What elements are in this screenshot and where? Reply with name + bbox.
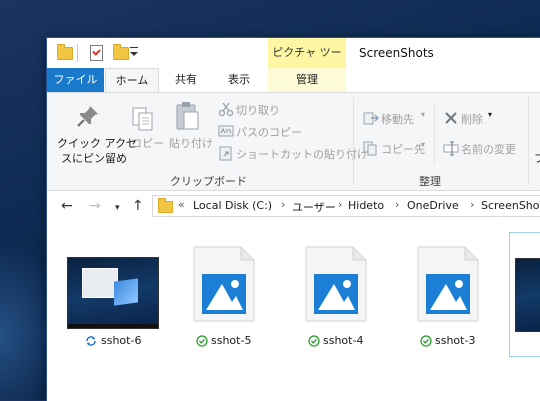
customize-dropdown-icon[interactable]	[130, 47, 138, 58]
screenshot-thumbnail	[67, 257, 159, 329]
breadcrumb-separator[interactable]: ›	[470, 198, 474, 211]
file-item[interactable]: sshot-5	[175, 223, 287, 353]
tab-share[interactable]: 共有	[165, 68, 207, 92]
breadcrumb-local-disk[interactable]: Local Disk (C:)	[193, 199, 272, 212]
forward-arrow-icon[interactable]: →	[89, 198, 101, 214]
tab-view[interactable]: 表示	[217, 68, 261, 92]
clipboard-group-label: クリップボード	[170, 175, 247, 188]
organize-group-label: 整理	[419, 175, 441, 188]
breadcrumb-onedrive[interactable]: OneDrive	[407, 199, 459, 212]
breadcrumb-hideto[interactable]: Hideto	[348, 199, 384, 212]
address-bar[interactable]: « Local Disk (C:) › ユーザー › Hideto › OneD…	[152, 195, 540, 217]
breadcrumb-separator[interactable]: ›	[281, 198, 285, 211]
cut-icon[interactable]	[218, 101, 234, 117]
move-to-button[interactable]: 移動先	[381, 111, 414, 127]
tab-home[interactable]: ホーム	[105, 68, 159, 92]
paste-icon[interactable]	[175, 101, 201, 131]
file-item[interactable]: sshot-3	[399, 223, 511, 353]
pin-to-quick-access-label-2[interactable]: スにピン留め	[61, 150, 127, 166]
window-title: ScreenShots	[359, 46, 434, 60]
group-separator	[434, 103, 435, 165]
breadcrumb-overflow[interactable]: «	[178, 198, 185, 211]
file-list: sshot-6 sshot-5 sshot-4 sshot-3	[47, 223, 540, 401]
paste-shortcut-button[interactable]: ショートカットの貼り付け	[236, 146, 368, 162]
synced-check-icon	[308, 335, 320, 347]
image-file-icon	[193, 246, 255, 322]
copy-icon[interactable]	[131, 106, 155, 132]
new-group-partial-label: フ	[534, 150, 540, 166]
file-name: sshot-5	[211, 334, 252, 347]
image-file-icon	[305, 246, 367, 322]
ribbon-tabs: ファイル ホーム 共有 表示 管理	[47, 68, 540, 92]
picture-tools-header: ピクチャ ツール	[268, 38, 346, 89]
copy-path-button[interactable]: パスのコピー	[236, 124, 302, 140]
file-name: sshot-3	[435, 334, 476, 347]
navigation-bar: ← → ▾ ↑ « Local Disk (C:) › ユーザー › Hidet…	[47, 191, 540, 221]
move-to-dropdown-icon[interactable]: ▾	[421, 110, 425, 119]
copy-to-button[interactable]: コピー先	[381, 141, 425, 157]
syncing-icon	[86, 336, 96, 346]
screenshot-thumbnail	[515, 258, 540, 332]
delete-button[interactable]: 削除	[461, 111, 483, 127]
image-file-icon	[417, 246, 479, 322]
pin-to-quick-access-label-1[interactable]: クイック アクセ	[57, 135, 137, 151]
ribbon-panel: クイック アクセ スにピン留め コピー 貼り付け 切り取り パスのコピー ショー…	[47, 92, 540, 191]
breadcrumb-separator[interactable]: ›	[395, 198, 399, 211]
tab-manage[interactable]: 管理	[268, 68, 346, 92]
synced-check-icon	[196, 335, 208, 347]
rename-icon[interactable]	[443, 140, 459, 156]
up-arrow-icon[interactable]: ↑	[132, 198, 144, 214]
recent-dropdown-icon[interactable]: ▾	[115, 200, 120, 216]
breadcrumb-screenshots[interactable]: ScreenShot	[481, 199, 540, 212]
copy-to-icon[interactable]	[363, 140, 379, 156]
group-separator	[353, 97, 354, 185]
copy-to-dropdown-icon[interactable]: ▾	[421, 140, 425, 149]
synced-check-icon	[420, 335, 432, 347]
file-name: sshot-6	[101, 334, 142, 347]
pin-icon[interactable]	[76, 104, 100, 128]
file-item-partial[interactable]	[509, 232, 540, 357]
copy-path-icon[interactable]	[218, 123, 234, 139]
delete-dropdown-icon[interactable]: ▾	[488, 110, 492, 119]
copy-button[interactable]: コピー	[131, 135, 164, 151]
group-separator	[528, 97, 529, 185]
title-bar: ピクチャ ツール ScreenShots	[47, 38, 540, 89]
folder-icon	[158, 198, 173, 213]
file-explorer-window: ピクチャ ツール ScreenShots ファイル ホーム 共有 表示 管理 ク…	[46, 37, 540, 401]
paste-shortcut-icon[interactable]	[218, 145, 234, 161]
qat-separator	[77, 44, 78, 62]
breadcrumb-users[interactable]: ユーザー	[292, 199, 336, 215]
properties-icon[interactable]	[90, 45, 103, 61]
move-to-icon[interactable]	[363, 110, 379, 126]
file-name: sshot-4	[323, 334, 364, 347]
file-item[interactable]: sshot-6	[47, 223, 159, 353]
rename-button[interactable]: 名前の変更	[461, 141, 516, 157]
breadcrumb-separator[interactable]: ›	[338, 198, 342, 211]
file-item[interactable]: sshot-4	[287, 223, 399, 353]
new-folder-icon[interactable]	[113, 44, 129, 60]
tab-file[interactable]: ファイル	[47, 68, 104, 92]
paste-button[interactable]: 貼り付け	[169, 135, 213, 151]
folder-icon	[57, 44, 73, 60]
delete-icon[interactable]	[443, 110, 459, 126]
back-arrow-icon[interactable]: ←	[61, 198, 73, 214]
cut-button[interactable]: 切り取り	[236, 102, 280, 118]
